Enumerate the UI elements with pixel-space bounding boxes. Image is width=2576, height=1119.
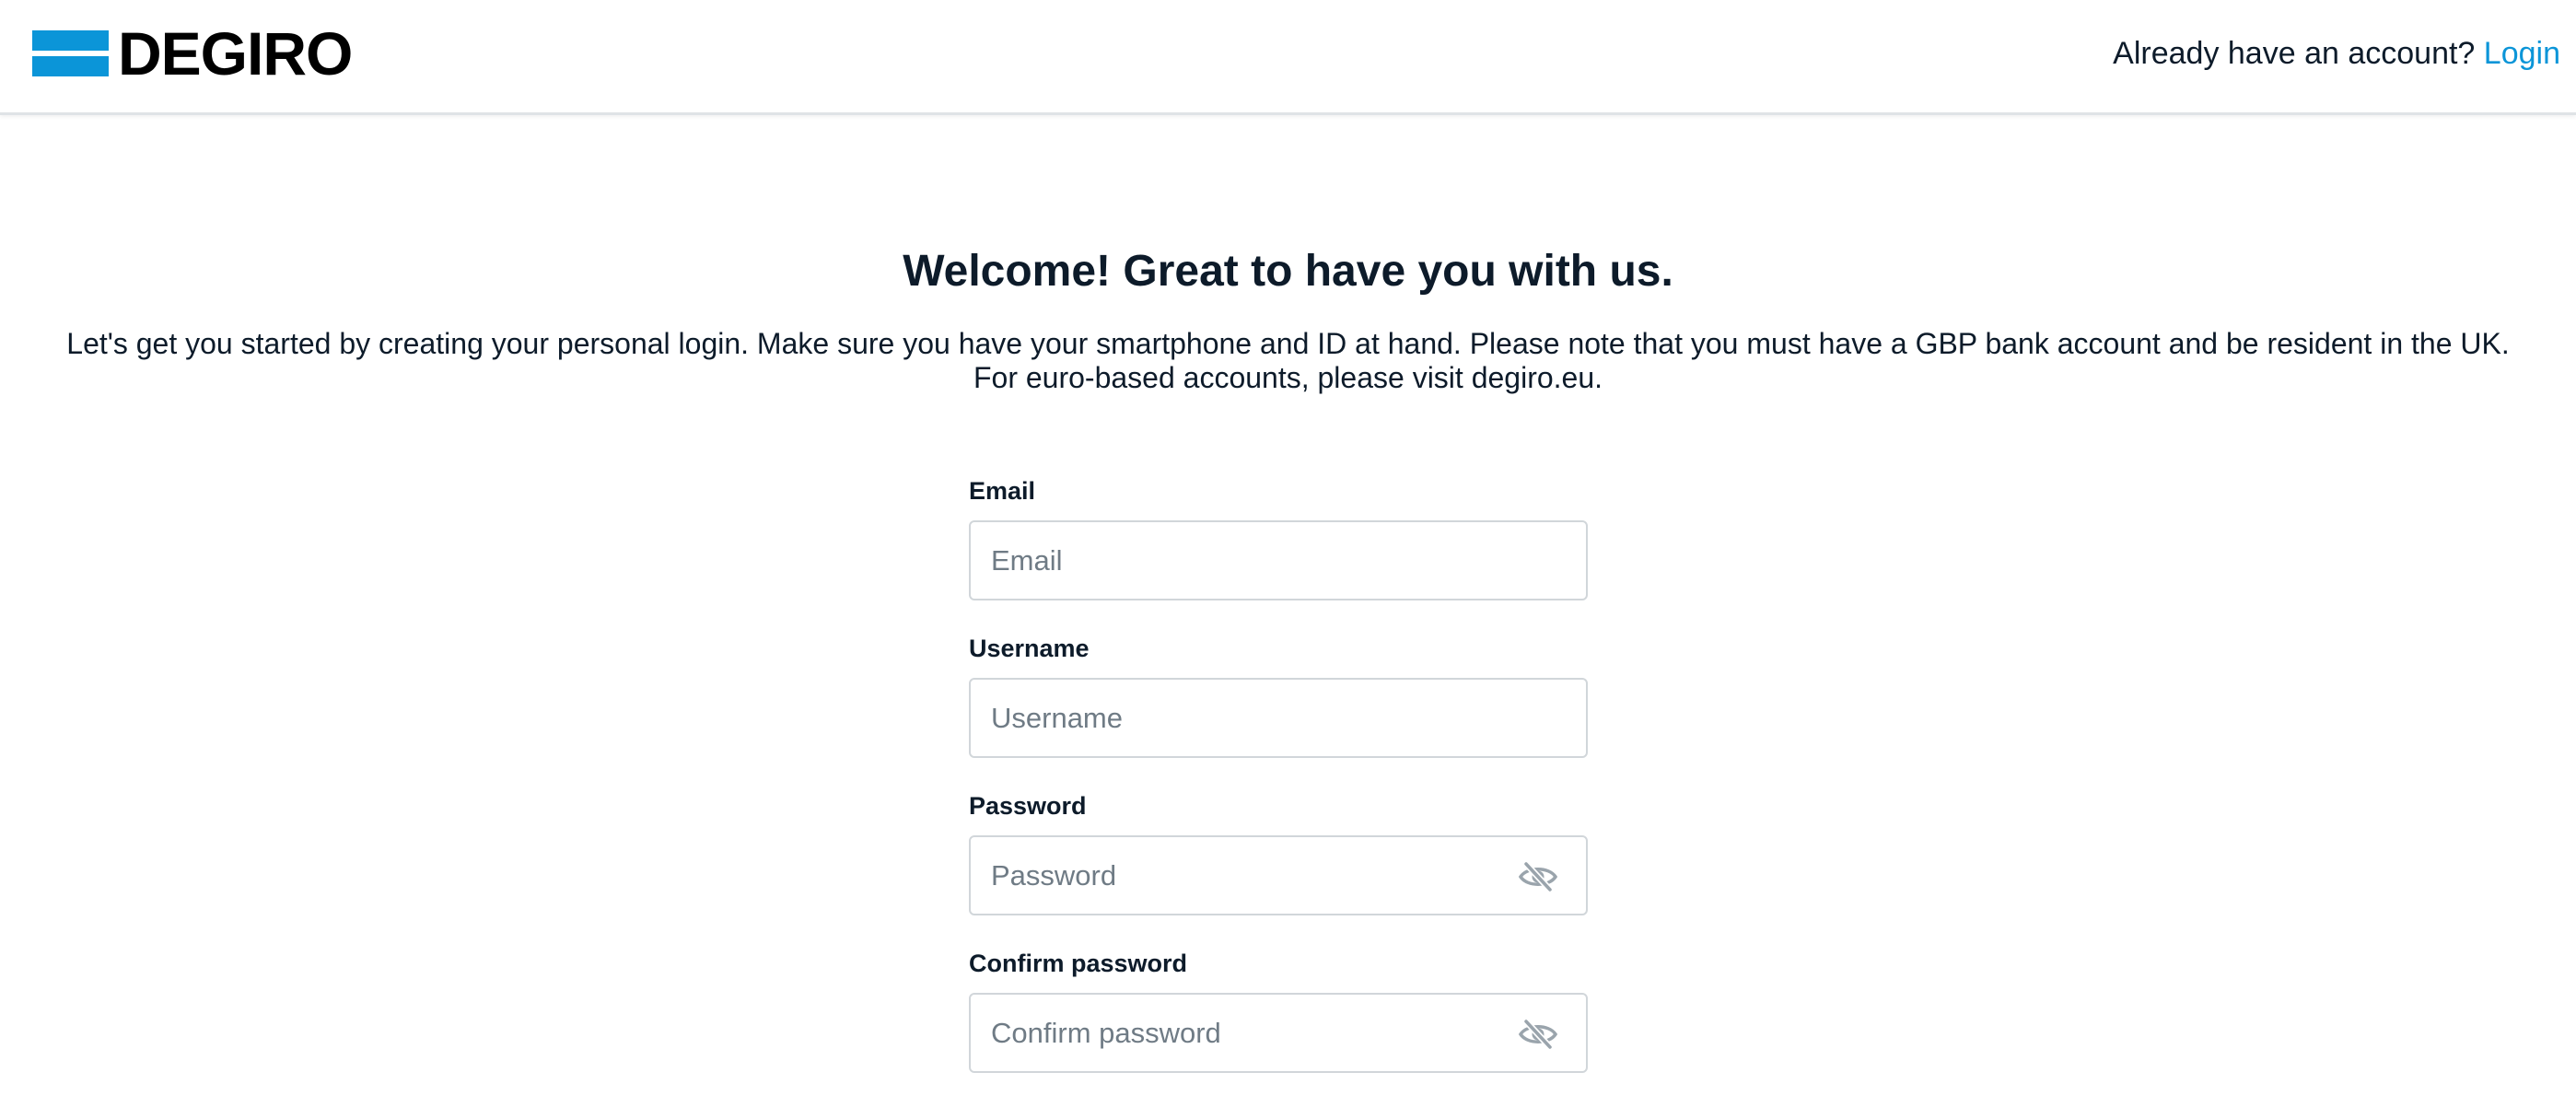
- confirm-password-field-group: Confirm password: [969, 947, 1588, 1073]
- username-label: Username: [969, 635, 1090, 662]
- email-label: Email: [969, 477, 1036, 505]
- confirm-password-label: Confirm password: [969, 950, 1188, 977]
- registration-form: Email Username Password Confirm password: [969, 474, 1588, 1073]
- password-input[interactable]: [971, 837, 1586, 914]
- eye-slash-icon[interactable]: [1518, 1019, 1558, 1050]
- intro-text: Let's get you started by creating your p…: [0, 327, 2576, 395]
- password-field-group: Password: [969, 789, 1588, 915]
- eye-slash-icon[interactable]: [1518, 861, 1558, 892]
- username-field-group: Username: [969, 632, 1588, 758]
- page-title: Welcome! Great to have you with us.: [903, 247, 1673, 296]
- login-link[interactable]: Login: [2484, 36, 2560, 71]
- email-input[interactable]: [971, 522, 1586, 599]
- intro-line-2: For euro-based accounts, please visit de…: [973, 361, 1603, 394]
- intro-line-1: Let's get you started by creating your p…: [66, 327, 2510, 360]
- password-field-box: [969, 835, 1588, 915]
- confirm-password-input[interactable]: [971, 995, 1586, 1071]
- top-header: DEGIRO Already have an account? Login: [0, 0, 2576, 115]
- logo-wordmark: DEGIRO: [118, 19, 353, 87]
- account-prompt-text: Already have an account?: [2113, 36, 2476, 71]
- email-field-group: Email: [969, 474, 1588, 600]
- confirm-password-field-box: [969, 993, 1588, 1073]
- username-field-box: [969, 678, 1588, 758]
- logo-mark-icon: [32, 30, 109, 76]
- email-field-box: [969, 520, 1588, 600]
- password-label: Password: [969, 792, 1087, 820]
- login-prompt: Already have an account? Login: [2113, 33, 2560, 74]
- degiro-logo[interactable]: DEGIRO: [32, 19, 353, 87]
- username-input[interactable]: [971, 680, 1586, 756]
